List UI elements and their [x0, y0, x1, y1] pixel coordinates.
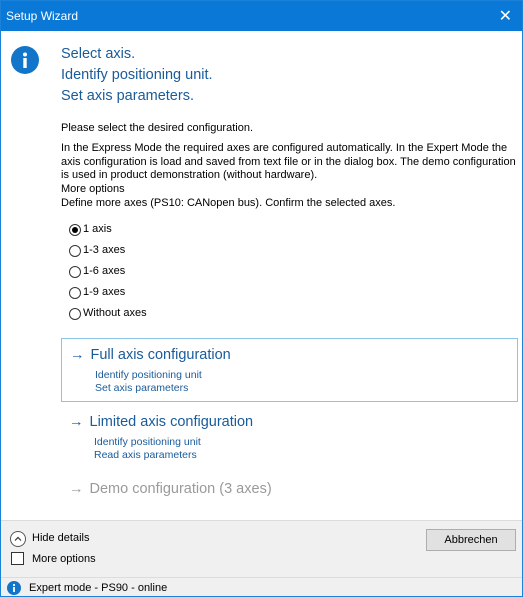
- command-sub-2: Set axis parameters: [95, 382, 189, 394]
- radio-button[interactable]: [69, 266, 81, 278]
- info-icon: [11, 46, 39, 74]
- command-label: Demo configuration (3 axes): [89, 481, 272, 497]
- radio-button[interactable]: [69, 287, 81, 299]
- window-title: Setup Wizard: [6, 9, 79, 23]
- command-label: Full axis configuration: [90, 347, 231, 363]
- chevron-up-icon[interactable]: [10, 531, 26, 547]
- full-axis-configuration-command[interactable]: → Full axis configuration Identify positi…: [61, 338, 518, 402]
- arrow-right-icon: →: [69, 414, 84, 430]
- status-text: Expert mode - PS90 - online: [29, 582, 168, 594]
- command-label: Limited axis configuration: [89, 414, 254, 430]
- radio-label: 1-9 axes: [83, 286, 126, 298]
- radio-label: Without axes: [83, 307, 147, 319]
- status-bar: Expert mode - PS90 - online: [1, 577, 522, 596]
- command-sub-2: Read axis parameters: [94, 449, 197, 461]
- header-step-2: Identify positioning unit.: [61, 67, 213, 83]
- demo-configuration-command: → Demo configuration (3 axes): [61, 473, 516, 503]
- hide-details-label[interactable]: Hide details: [32, 532, 89, 544]
- cancel-button[interactable]: Abbrechen: [426, 529, 516, 551]
- radio-button[interactable]: [69, 245, 81, 257]
- radio-button[interactable]: [69, 224, 81, 236]
- arrow-right-icon: →: [70, 347, 85, 363]
- header-step-1: Select axis.: [61, 46, 136, 62]
- more-options-checkbox[interactable]: [11, 552, 24, 565]
- command-sub-1: Identify positioning unit: [95, 369, 202, 381]
- more-options-heading: More options: [61, 183, 125, 195]
- footer: Hide details More options Abbrechen: [1, 520, 522, 577]
- description-text: In the Express Mode the required axes ar…: [61, 142, 516, 182]
- arrow-right-icon: →: [69, 481, 84, 497]
- radio-button[interactable]: [69, 308, 81, 320]
- setup-wizard-window: Setup Wizard ✕ Select axis. Identify pos…: [0, 0, 523, 597]
- close-icon[interactable]: ✕: [499, 6, 512, 26]
- more-options-text: Define more axes (PS10: CANopen bus). Co…: [61, 197, 396, 209]
- limited-axis-configuration-command[interactable]: → Limited axis configuration Identify pos…: [61, 406, 516, 466]
- title-bar: Setup Wizard ✕: [1, 1, 522, 31]
- header-step-3: Set axis parameters.: [61, 88, 194, 104]
- command-sub-1: Identify positioning unit: [94, 436, 201, 448]
- radio-label: 1 axis: [83, 223, 112, 235]
- prompt-text: Please select the desired configuration.: [61, 122, 254, 134]
- more-options-label[interactable]: More options: [32, 553, 96, 565]
- info-icon: [7, 581, 21, 595]
- radio-label: 1-6 axes: [83, 265, 126, 277]
- radio-label: 1-3 axes: [83, 244, 126, 256]
